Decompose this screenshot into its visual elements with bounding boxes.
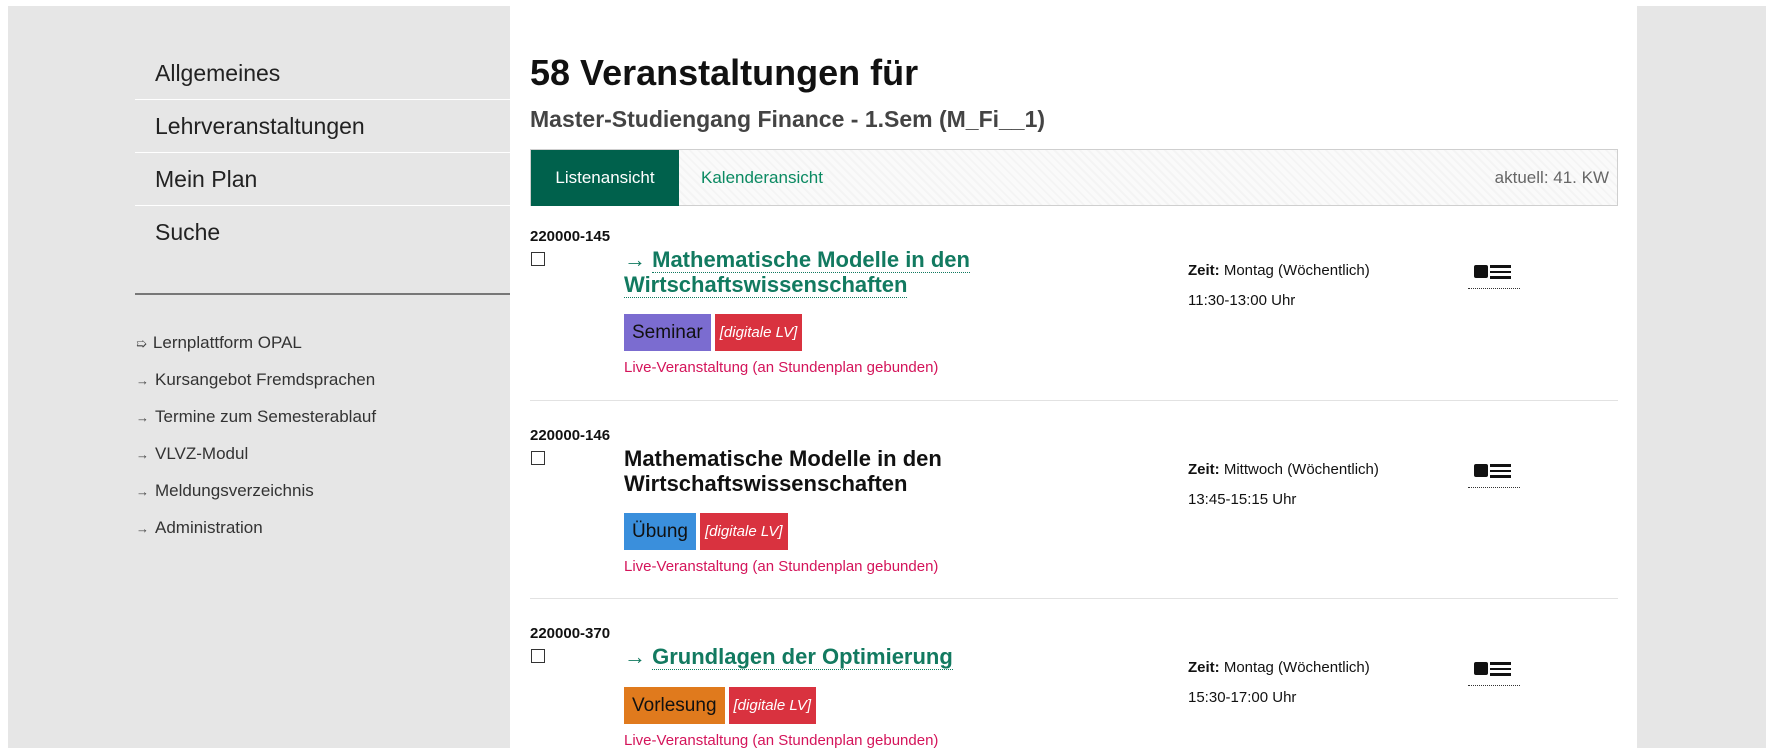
right-margin-background: [1637, 6, 1766, 748]
course-time: Zeit: Mittwoch (Wöchentlich) 13:45-15:15…: [1188, 461, 1379, 508]
course-time: Zeit: Montag (Wöchentlich) 15:30-17:00 U…: [1188, 659, 1370, 706]
nav-item-allgemeines[interactable]: Allgemeines: [135, 47, 510, 100]
course-badges: Vorlesung [digitale LV]: [624, 687, 817, 724]
link-kursangebot-fremdsprachen[interactable]: → Kursangebot Fremdsprachen: [136, 361, 376, 398]
sidebar-nav: Allgemeines Lehrveranstaltungen Mein Pla…: [135, 47, 510, 258]
nav-item-mein-plan[interactable]: Mein Plan: [135, 153, 510, 206]
course-checkbox[interactable]: [531, 252, 545, 266]
link-lernplattform-opal[interactable]: ➯ Lernplattform OPAL: [136, 324, 376, 361]
arrow-right-icon: →: [624, 247, 646, 272]
arrow-right-icon: →: [624, 644, 646, 669]
course-title-link[interactable]: → Grundlagen der Optimierung: [624, 644, 953, 670]
details-menu-icon[interactable]: [1468, 459, 1520, 488]
sidebar-divider: [135, 293, 510, 295]
course-time: Zeit: Montag (Wöchentlich) 11:30-13:00 U…: [1188, 262, 1370, 309]
digital-badge: [digitale LV]: [714, 314, 803, 351]
page-title: 58 Veranstaltungen für: [530, 52, 919, 93]
details-menu-icon[interactable]: [1468, 260, 1520, 289]
sidebar-links: ➯ Lernplattform OPAL → Kursangebot Fremdsp…: [136, 324, 376, 546]
nav-item-suche[interactable]: Suche: [135, 206, 510, 258]
course-id: 220000-370: [530, 625, 611, 642]
course-badges: Seminar [digitale LV]: [624, 314, 803, 351]
tab-listenansicht[interactable]: Listenansicht: [531, 150, 679, 206]
link-administration[interactable]: → Administration: [136, 509, 376, 546]
course-type-badge: Seminar: [624, 314, 711, 351]
course-divider: [530, 598, 1618, 599]
link-termine-semesterablauf[interactable]: → Termine zum Semesterablauf: [136, 398, 376, 435]
digital-badge: [digitale LV]: [728, 687, 817, 724]
course-divider: [530, 400, 1618, 401]
arrow-right-icon: →: [136, 410, 149, 425]
course-title: Mathematische Modelle in den Wirtschafts…: [624, 446, 942, 496]
details-menu-icon[interactable]: [1468, 657, 1520, 686]
view-tabbar: Listenansicht Kalenderansicht aktuell: 4…: [530, 149, 1618, 206]
link-meldungsverzeichnis[interactable]: → Meldungsverzeichnis: [136, 472, 376, 509]
nav-item-lehrveranstaltungen[interactable]: Lehrveranstaltungen: [135, 100, 510, 153]
course-checkbox[interactable]: [531, 649, 545, 663]
page: Allgemeines Lehrveranstaltungen Mein Pla…: [0, 0, 1766, 749]
course-badges: Übung [digitale LV]: [624, 513, 788, 550]
course-title-link[interactable]: → Mathematische Modelle in den Wirtschaf…: [624, 247, 970, 298]
link-vlvz-modul[interactable]: → VLVZ-Modul: [136, 435, 376, 472]
live-note: Live-Veranstaltung (an Stundenplan gebun…: [624, 732, 939, 749]
course-checkbox[interactable]: [531, 451, 545, 465]
arrow-right-icon: →: [136, 484, 149, 499]
digital-badge: [digitale LV]: [700, 513, 788, 550]
course-type-badge: Übung: [624, 513, 696, 550]
arrow-right-icon: →: [136, 447, 149, 462]
arrow-right-icon: →: [136, 521, 149, 536]
live-note: Live-Veranstaltung (an Stundenplan gebun…: [624, 359, 939, 376]
page-subtitle: Master-Studiengang Finance - 1.Sem (M_Fi…: [530, 106, 1046, 132]
current-week-label: aktuell: 41. KW: [1494, 168, 1609, 187]
arrow-right-icon: →: [136, 373, 149, 388]
tab-kalenderansicht[interactable]: Kalenderansicht: [701, 150, 823, 206]
course-id: 220000-145: [530, 228, 611, 245]
course-type-badge: Vorlesung: [624, 687, 725, 724]
live-note: Live-Veranstaltung (an Stundenplan gebun…: [624, 558, 939, 575]
external-arrow-icon: ➯: [136, 336, 147, 351]
course-id: 220000-146: [530, 427, 611, 444]
